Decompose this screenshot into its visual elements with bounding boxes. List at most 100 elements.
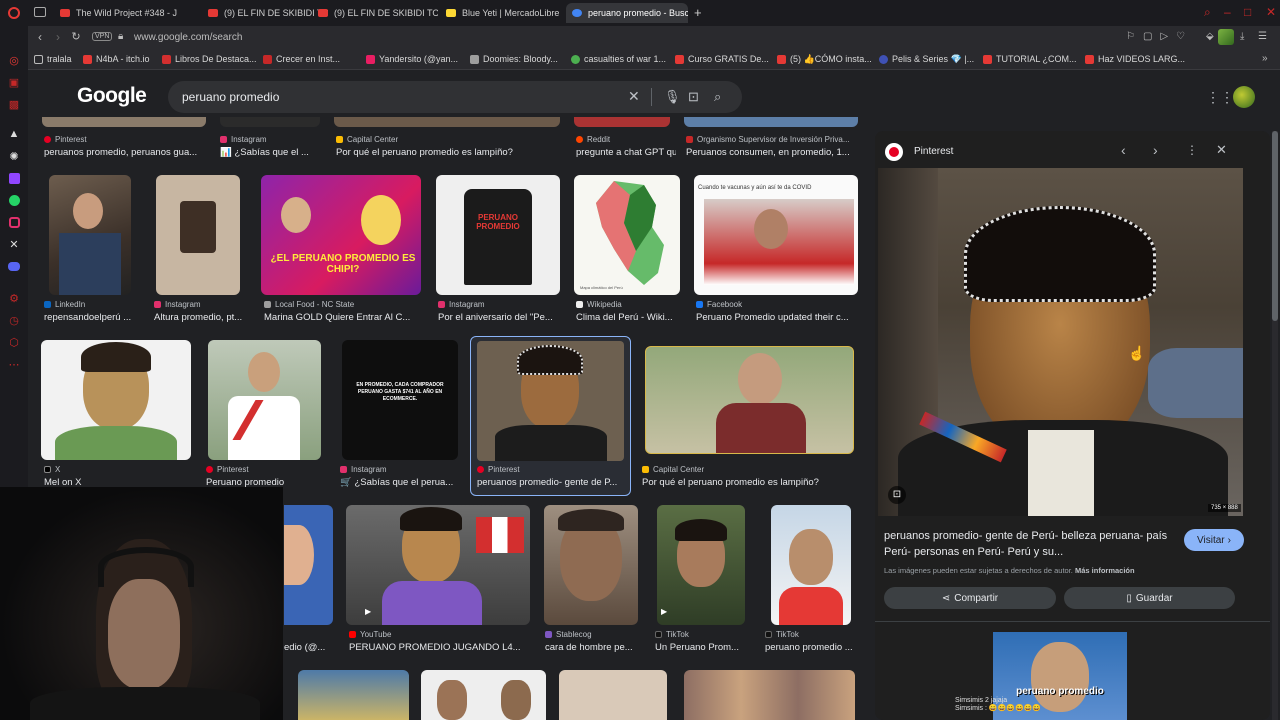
tab-list-icon[interactable] bbox=[34, 7, 46, 17]
reload-button[interactable]: ↻ bbox=[68, 30, 84, 43]
result-title[interactable]: Altura promedio, pt... bbox=[154, 312, 250, 323]
result-source[interactable]: Capital Center bbox=[642, 465, 704, 474]
chatgpt-icon[interactable]: ✺ bbox=[6, 148, 22, 164]
bookmark-item[interactable]: tralala bbox=[34, 54, 72, 64]
result-thumbnail[interactable] bbox=[208, 340, 321, 460]
result-source[interactable]: TikTok bbox=[655, 630, 689, 639]
result-thumbnail[interactable] bbox=[284, 505, 333, 625]
result-title[interactable]: Un Peruano Prom... bbox=[655, 642, 747, 653]
result-thumbnail[interactable] bbox=[645, 346, 854, 454]
result-thumbnail[interactable] bbox=[559, 670, 667, 720]
speed-dial-icon[interactable]: ▣ bbox=[6, 74, 22, 90]
result-source[interactable]: Organismo Supervisor de Inversión Priva.… bbox=[686, 135, 850, 144]
aria-icon[interactable]: ◎ bbox=[6, 52, 22, 68]
result-source[interactable]: Instagram bbox=[340, 465, 387, 474]
result-source[interactable]: Stablecog bbox=[545, 630, 592, 639]
address-toolbar-icons[interactable]: ⚐▢▷♡ bbox=[1126, 31, 1193, 42]
close-window-button[interactable]: ✕ bbox=[1266, 5, 1276, 19]
result-source[interactable]: Capital Center bbox=[336, 135, 398, 144]
more-options-icon[interactable]: ⋮ bbox=[1186, 143, 1198, 157]
bookmark-item[interactable]: TUTORIAL ¿COM... bbox=[983, 54, 1077, 64]
result-title[interactable]: 📊 ¿Sabías que el ... bbox=[220, 147, 320, 158]
bookmark-item[interactable]: Crecer en Inst... bbox=[263, 54, 340, 64]
account-avatar[interactable] bbox=[1233, 86, 1255, 108]
mail-icon[interactable]: ▩ bbox=[6, 96, 22, 112]
result-thumbnail[interactable] bbox=[657, 505, 745, 625]
result-source[interactable]: Pinterest bbox=[206, 465, 249, 474]
result-title[interactable]: repensandoelperú ... bbox=[44, 312, 136, 323]
minimize-button[interactable]: – bbox=[1224, 5, 1231, 19]
result-thumbnail[interactable]: Mapa climático del Perú bbox=[574, 175, 680, 295]
result-source[interactable]: Instagram bbox=[154, 300, 201, 309]
result-source[interactable]: Instagram bbox=[438, 300, 485, 309]
new-tab-button[interactable]: + bbox=[694, 5, 702, 20]
extensions-puzzle-icon[interactable]: ⬙ bbox=[1206, 31, 1214, 42]
discord-icon[interactable] bbox=[6, 258, 22, 274]
result-source[interactable]: TikTok bbox=[765, 630, 799, 639]
maximize-button[interactable]: □ bbox=[1244, 5, 1251, 19]
vpn-badge[interactable]: VPN bbox=[92, 32, 113, 41]
result-title[interactable]: peruano promedio ... bbox=[765, 642, 857, 653]
bookmark-item[interactable]: Libros De Destaca... bbox=[162, 54, 257, 64]
settings-icon[interactable]: ⚙ bbox=[6, 290, 22, 306]
result-title[interactable]: peruanos promedio, peruanos gua... bbox=[44, 147, 214, 158]
scrollbar-thumb[interactable] bbox=[1272, 131, 1278, 321]
page-scrollbar[interactable] bbox=[1272, 131, 1278, 720]
result-title[interactable]: cara de hombre pe... bbox=[545, 642, 641, 653]
result-thumbnail[interactable] bbox=[334, 117, 560, 127]
result-title[interactable]: Por el aniversario del "Pe... bbox=[438, 312, 562, 323]
result-thumbnail[interactable] bbox=[49, 175, 131, 295]
preview-title[interactable]: peruanos promedio- gente de Perú- bellez… bbox=[884, 528, 1174, 560]
result-source[interactable]: Pinterest bbox=[44, 135, 87, 144]
preview-image[interactable]: ⊡ 735 × 888 bbox=[878, 168, 1243, 516]
bookmark-item[interactable]: Haz VIDEOS LARG... bbox=[1085, 54, 1185, 64]
clear-search-icon[interactable]: ✕ bbox=[628, 88, 640, 105]
result-title[interactable]: Por qué el peruano promedio es lampiño? bbox=[642, 477, 858, 488]
forward-button[interactable]: › bbox=[50, 30, 66, 44]
menu-icon[interactable]: ☰ bbox=[1258, 31, 1267, 42]
result-thumbnail[interactable] bbox=[544, 505, 638, 625]
result-thumbnail[interactable]: EN PROMEDIO, CADA COMPRADOR PERUANO GAST… bbox=[342, 340, 458, 460]
result-source[interactable]: Instagram bbox=[220, 135, 267, 144]
close-panel-button[interactable]: ✕ bbox=[1216, 142, 1227, 158]
aria-ai-icon[interactable]: ▲ bbox=[6, 126, 22, 142]
bookmark-item[interactable]: (5) 👍CÓMO insta... bbox=[777, 54, 872, 65]
whatsapp-icon[interactable] bbox=[6, 192, 22, 208]
result-thumbnail[interactable]: Cuando te vacunas y aún así te da COVID bbox=[694, 175, 858, 295]
x-icon[interactable]: ✕ bbox=[6, 236, 22, 252]
url-field[interactable]: www.google.com/search bbox=[134, 32, 242, 43]
tab-mercadolibre[interactable]: Blue Yeti | MercadoLibre bbox=[440, 3, 566, 23]
result-source[interactable]: LinkedIn bbox=[44, 300, 85, 309]
bookmark-item[interactable]: Pelis & Series 💎 |... bbox=[879, 54, 974, 65]
bookmark-item[interactable]: casualties of war 1... bbox=[571, 54, 666, 64]
more-icon[interactable]: ⋯ bbox=[6, 356, 22, 372]
result-thumbnail[interactable] bbox=[684, 670, 855, 720]
back-button[interactable]: ‹ bbox=[32, 30, 48, 44]
twitch-icon[interactable] bbox=[6, 170, 22, 186]
result-thumbnail[interactable] bbox=[41, 340, 191, 460]
profile-avatar[interactable] bbox=[1218, 29, 1234, 45]
search-icon[interactable]: ⌕ bbox=[714, 89, 721, 105]
result-source[interactable]: X bbox=[44, 465, 60, 474]
tab-skibidi-2[interactable]: (9) EL FIN DE SKIBIDI TO bbox=[312, 3, 438, 23]
result-title[interactable]: Peruano Promedio updated their c... bbox=[696, 312, 856, 323]
result-title[interactable]: Por qué el peruano promedio es lampiño? bbox=[336, 147, 562, 158]
result-title[interactable]: Marina GOLD Quiere Entrar Al C... bbox=[264, 312, 422, 323]
history-icon[interactable]: ◷ bbox=[6, 312, 22, 328]
lock-icon[interactable]: 🔒︎ bbox=[118, 31, 123, 42]
result-source[interactable]: Pinterest bbox=[477, 465, 520, 474]
apps-grid-icon[interactable]: ⋮⋮ bbox=[1206, 89, 1234, 106]
result-thumbnail[interactable] bbox=[298, 670, 409, 720]
result-thumbnail[interactable] bbox=[684, 117, 858, 127]
result-title[interactable]: Clima del Perú - Wiki... bbox=[576, 312, 684, 323]
opera-logo-icon[interactable] bbox=[6, 5, 22, 21]
tab-google-search[interactable]: peruano promedio - Busc bbox=[566, 3, 688, 23]
save-button[interactable]: ▯ Guardar bbox=[1064, 587, 1235, 609]
bookmark-item[interactable]: Doomies: Bloody... bbox=[470, 54, 558, 64]
previous-image-button[interactable]: ‹ bbox=[1121, 142, 1126, 158]
result-title[interactable]: peruanos promedio- gente de P... bbox=[477, 477, 625, 488]
result-thumbnail[interactable] bbox=[220, 117, 320, 127]
result-thumbnail[interactable] bbox=[771, 505, 851, 625]
result-source[interactable]: Facebook bbox=[696, 300, 742, 309]
result-thumbnail[interactable] bbox=[421, 670, 546, 720]
